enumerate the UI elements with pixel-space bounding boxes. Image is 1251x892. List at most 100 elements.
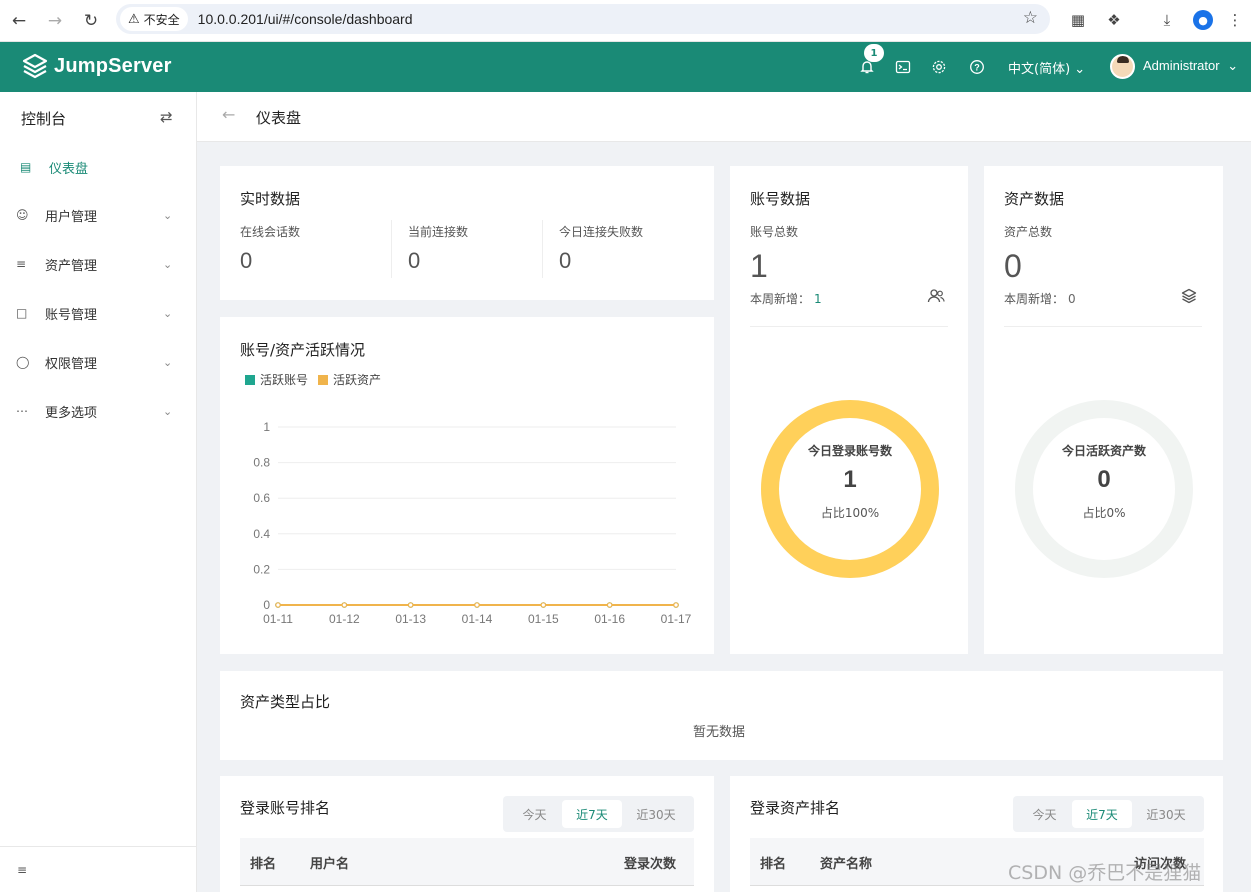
data-point xyxy=(606,602,613,608)
chevron-down-icon: ⌄ xyxy=(1074,62,1086,77)
swap-icon[interactable]: ⇄ xyxy=(160,108,173,126)
back-arrow-icon[interactable]: ← xyxy=(222,105,235,124)
reload-icon[interactable]: ↻ xyxy=(78,8,104,34)
x-tick-label: 01-16 xyxy=(594,612,625,626)
stat-value: 0 xyxy=(559,248,572,273)
y-tick-label: 0.8 xyxy=(253,456,270,470)
language-label: 中文(简体) xyxy=(1008,62,1071,77)
bookmark-star-icon[interactable]: ☆ xyxy=(1023,8,1038,28)
assets-card: 资产数据 资产总数 0 本周新增： 0 今日活跃资产数 0 占比0% xyxy=(984,166,1223,654)
sidebar-item-dashboard[interactable]: ▤ 仪表盘 xyxy=(0,147,196,187)
tab-30days[interactable]: 近30天 xyxy=(1132,800,1200,828)
week-value: 1 xyxy=(814,292,822,306)
more-icon: ⋯ xyxy=(16,404,28,418)
week-label: 本周新增： xyxy=(1004,292,1065,306)
empty-text: 暂无数据 xyxy=(693,725,746,740)
column-header: 排名 xyxy=(250,857,277,872)
logo-text: JumpServer xyxy=(54,54,172,77)
sidebar-item-users[interactable]: ☺ 用户管理 ⌄ xyxy=(0,195,196,235)
data-point xyxy=(407,602,414,608)
profile-icon[interactable]: ● xyxy=(1192,9,1214,31)
stat-label: 今日连接失败数 xyxy=(559,225,644,239)
assets-total: 0 xyxy=(1004,248,1022,284)
realtime-title: 实时数据 xyxy=(240,190,301,208)
column-header: 排名 xyxy=(760,857,787,872)
sidebar-item-more[interactable]: ⋯ 更多选项 ⌄ xyxy=(0,391,196,431)
shield-icon: ◯ xyxy=(16,355,30,369)
divider xyxy=(750,326,948,327)
logo[interactable]: JumpServer xyxy=(22,53,172,79)
back-icon[interactable]: ← xyxy=(6,8,32,34)
donut-value: 1 xyxy=(843,466,857,493)
asset-types-title: 资产类型占比 xyxy=(240,693,331,711)
donut-percent: 占比0% xyxy=(1082,506,1126,520)
assets-title: 资产数据 xyxy=(1004,190,1065,208)
accounts-card: 账号数据 账号总数 1 本周新增： 1 今日登录账号数 1 占比100% xyxy=(730,166,968,654)
column-header: 登录次数 xyxy=(624,857,677,872)
accounts-total-label: 账号总数 xyxy=(750,225,799,239)
range-switch: 今天 近7天 近30天 xyxy=(503,796,694,832)
data-point xyxy=(540,602,547,608)
forward-icon[interactable]: → xyxy=(42,8,68,34)
stat-value: 0 xyxy=(240,248,253,273)
sidebar-item-accounts[interactable]: □ 账号管理 ⌄ xyxy=(0,293,196,333)
extension-shield-icon[interactable]: ▦ xyxy=(1067,9,1089,31)
accounts-week-row: 本周新增： 1 xyxy=(750,290,822,307)
chevron-down-icon: ⌄ xyxy=(163,257,173,271)
range-switch: 今天 近7天 近30天 xyxy=(1013,796,1204,832)
download-icon[interactable]: ⤓ xyxy=(1156,9,1178,31)
avatar[interactable] xyxy=(1110,54,1135,79)
week-label: 本周新增： xyxy=(750,292,811,306)
sidebar-item-label: 账号管理 xyxy=(45,307,98,323)
language-selector[interactable]: 中文(简体) ⌄ xyxy=(1008,58,1085,77)
user-name: Administrator xyxy=(1143,58,1220,73)
url-text[interactable]: 10.0.0.201/ui/#/console/dashboard xyxy=(198,11,413,27)
terminal-icon[interactable] xyxy=(892,56,914,78)
chevron-down-icon: ⌄ xyxy=(163,404,173,418)
address-bar[interactable]: ⚠ 不安全 10.0.0.201/ui/#/console/dashboard … xyxy=(116,4,1050,34)
tab-7days[interactable]: 近7天 xyxy=(1072,800,1132,828)
browser-toolbar: ← → ↻ ⚠ 不安全 10.0.0.201/ui/#/console/dash… xyxy=(0,0,1251,42)
table-header: 排名 用户名 登录次数 xyxy=(240,838,694,886)
tab-30days[interactable]: 近30天 xyxy=(622,800,690,828)
divider xyxy=(391,220,392,278)
user-menu[interactable]: Administrator ⌄ xyxy=(1143,58,1238,74)
tab-today[interactable]: 今天 xyxy=(1017,800,1072,828)
users-icon xyxy=(927,288,945,308)
sidebar-title: 控制台 xyxy=(21,110,67,128)
donut-title: 今日登录账号数 xyxy=(807,444,892,458)
x-tick-label: 01-13 xyxy=(395,612,426,626)
y-tick-label: 0 xyxy=(263,598,270,612)
donut-percent: 占比100% xyxy=(820,506,880,520)
security-chip[interactable]: ⚠ 不安全 xyxy=(120,7,188,31)
gear-icon[interactable] xyxy=(928,56,950,78)
accounts-total: 1 xyxy=(750,248,768,284)
browser-menu-icon[interactable]: ⋮ xyxy=(1224,9,1246,31)
login-accounts-title: 登录账号排名 xyxy=(240,799,331,817)
account-icon: □ xyxy=(16,306,28,320)
warning-icon: ⚠ xyxy=(128,11,140,27)
page-header: ← 仪表盘 xyxy=(197,92,1251,142)
tab-7days[interactable]: 近7天 xyxy=(562,800,622,828)
sidebar-item-permissions[interactable]: ◯ 权限管理 ⌄ xyxy=(0,342,196,382)
asset-types-card: 资产类型占比 暂无数据 xyxy=(220,671,1223,760)
stat-label: 当前连接数 xyxy=(408,225,469,239)
x-tick-label: 01-17 xyxy=(661,612,692,626)
extensions-puzzle-icon[interactable]: ❖ xyxy=(1103,9,1125,31)
chevron-down-icon: ⌄ xyxy=(163,355,173,369)
sidebar-item-label: 资产管理 xyxy=(45,258,98,274)
sidebar-item-label: 仪表盘 xyxy=(49,161,89,177)
tab-today[interactable]: 今天 xyxy=(507,800,562,828)
jumpserver-logo-icon xyxy=(22,53,48,79)
assets-total-label: 资产总数 xyxy=(1004,225,1053,239)
sidebar-item-assets[interactable]: ≡ 资产管理 ⌄ xyxy=(0,244,196,284)
column-header: 资产名称 xyxy=(820,857,873,872)
sidebar: 控制台 ⇄ ▤ 仪表盘 ☺ 用户管理 ⌄ ≡ 资产管理 ⌄ □ 账号管理 ⌄ ◯… xyxy=(0,92,197,892)
app-header: JumpServer ? 中文(简体) ⌄ Administrator ⌄ xyxy=(0,42,1251,92)
help-icon[interactable]: ? xyxy=(966,56,988,78)
activity-card: 账号/资产活跃情况 活跃账号 活跃资产 0 0.2 0.4 0.6 0.8 1 01-11 0… xyxy=(220,317,714,654)
collapse-menu-icon[interactable]: ≡ xyxy=(17,863,27,877)
y-tick-label: 0.6 xyxy=(253,491,270,505)
divider xyxy=(542,220,543,278)
sidebar-item-label: 权限管理 xyxy=(45,356,98,372)
